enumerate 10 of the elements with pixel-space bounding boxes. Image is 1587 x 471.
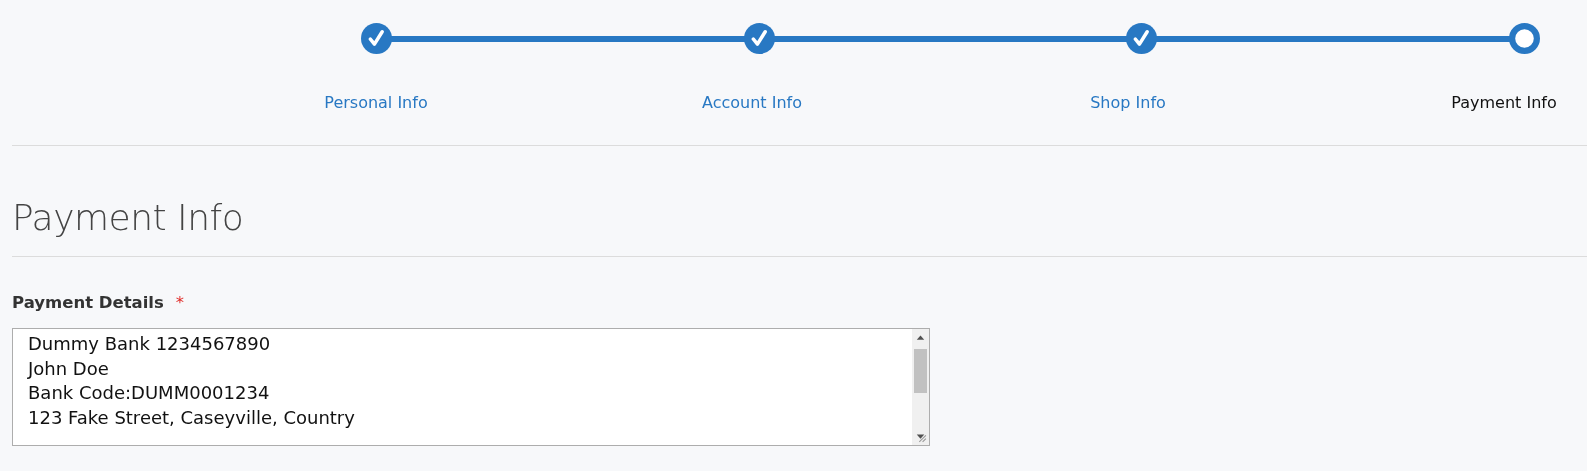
step-link[interactable]: Personal Info — [301, 93, 451, 112]
step-link[interactable]: Payment Info — [1429, 93, 1579, 112]
step-link[interactable]: Account Info — [677, 93, 827, 112]
payment-details-field[interactable]: Dummy Bank 1234567890 John Doe Bank Code:DUMM0001234 123 Fake Street, Caseyville, Country — [12, 328, 930, 446]
step-link[interactable]: Shop Info — [1053, 93, 1203, 112]
field-label: Payment Details — [12, 293, 164, 312]
scrollbar[interactable] — [912, 329, 929, 445]
resize-grip-icon[interactable] — [916, 432, 927, 443]
page-heading: Payment Info — [12, 196, 245, 240]
required-mark: * — [175, 293, 185, 312]
